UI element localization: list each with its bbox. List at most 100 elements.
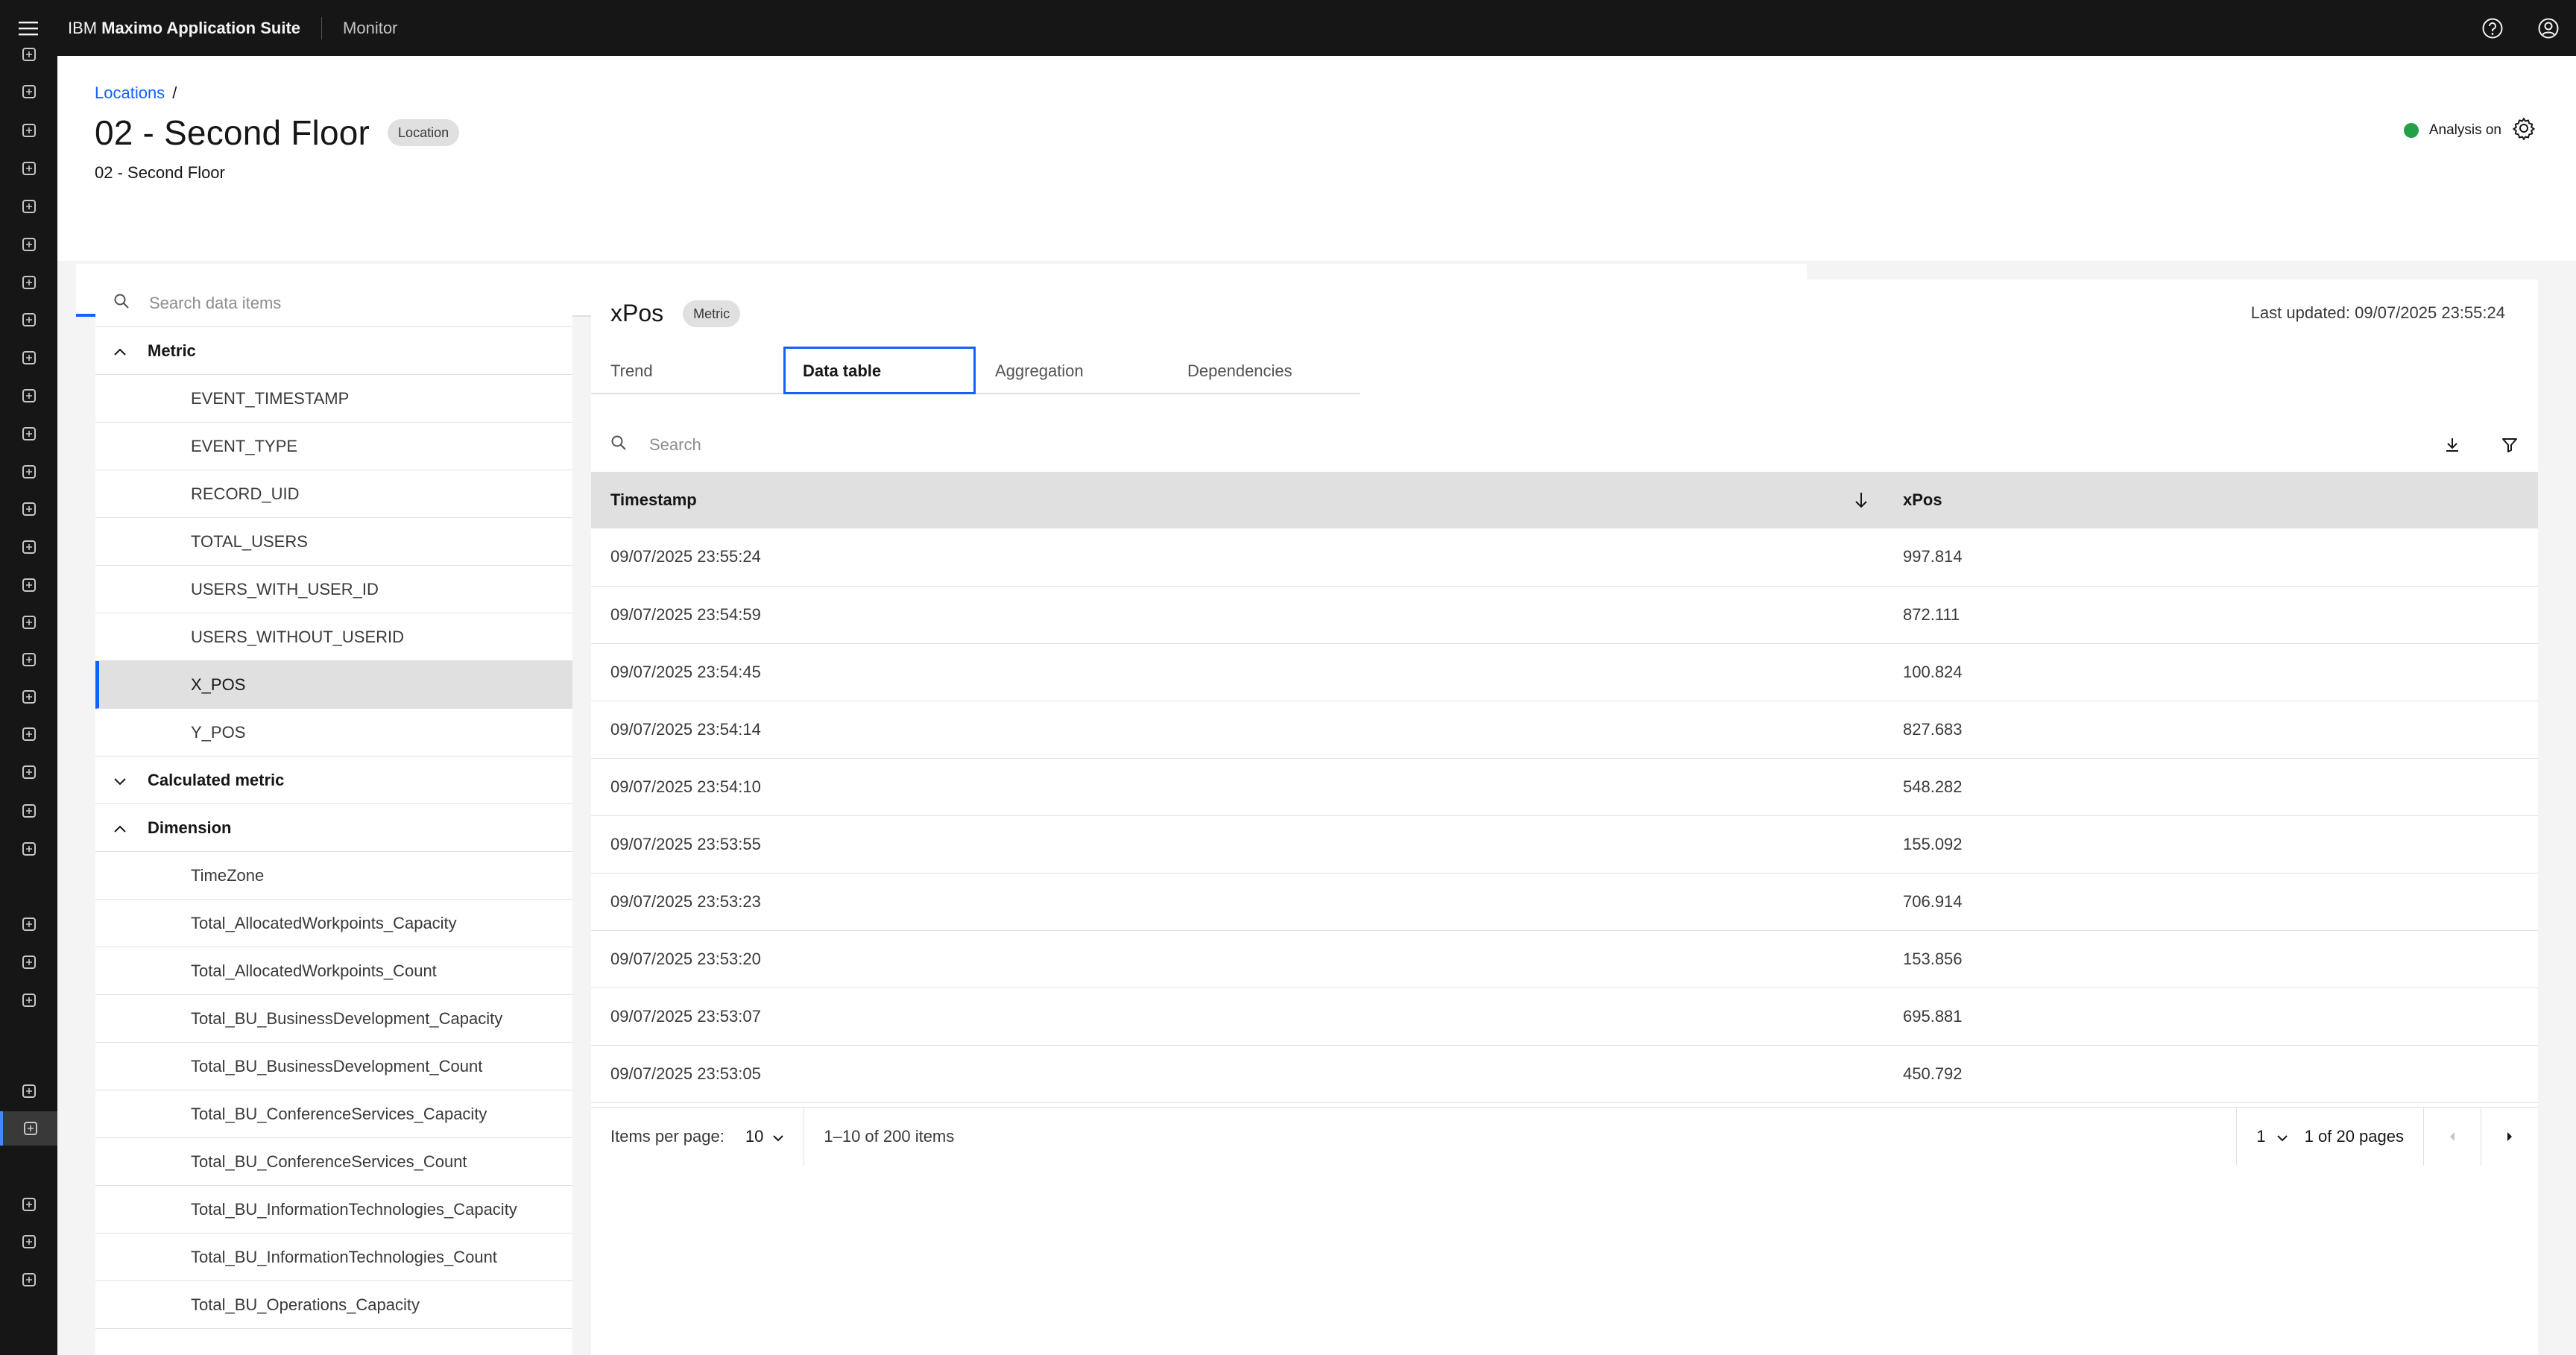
- table-row[interactable]: 09/07/2025 23:55:24 997.814: [591, 528, 2538, 587]
- filter-icon[interactable]: [2481, 421, 2538, 469]
- data-item-total_bu_conferenceservices_capacity[interactable]: Total_BU_ConferenceServices_Capacity: [95, 1090, 572, 1138]
- data-item-total_bu_informationtechnologies_capacity[interactable]: Total_BU_InformationTechnologies_Capacit…: [95, 1186, 572, 1234]
- clipboard-list-icon[interactable]: [0, 832, 57, 866]
- settings-gear-icon[interactable]: [2512, 116, 2536, 145]
- line-chart-icon[interactable]: [0, 265, 57, 300]
- search-icon: [610, 435, 627, 455]
- shield-icon[interactable]: [0, 492, 57, 526]
- data-item-total_bu_businessdevelopment_capacity[interactable]: Total_BU_BusinessDevelopment_Capacity: [95, 995, 572, 1043]
- table-search-input[interactable]: Search: [649, 435, 701, 455]
- data-item-detail: xPos Metric Last updated: 09/07/2025 23:…: [591, 279, 2538, 1355]
- cluster-icon[interactable]: [0, 417, 57, 451]
- data-item-record_uid[interactable]: RECORD_UID: [95, 470, 572, 518]
- table-row[interactable]: 09/07/2025 23:53:05 450.792: [591, 1045, 2538, 1103]
- data-item-total_bu_businessdevelopment_count[interactable]: Total_BU_BusinessDevelopment_Count: [95, 1043, 572, 1090]
- cell-timestamp: 09/07/2025 23:53:20: [591, 930, 1884, 988]
- gauge-icon[interactable]: [0, 945, 57, 979]
- page-header: Locations / 02 - Second Floor Location 0…: [57, 56, 2576, 261]
- task-icon[interactable]: [0, 907, 57, 941]
- type-tag: Location: [388, 119, 460, 146]
- lock-icon[interactable]: [0, 605, 57, 639]
- sliders-icon[interactable]: [0, 755, 57, 789]
- data-item-users_without_userid[interactable]: USERS_WITHOUT_USERID: [95, 613, 572, 661]
- table-toolbar: Search: [591, 421, 2538, 469]
- product-name[interactable]: IBM Maximo Application Suite: [56, 16, 323, 40]
- checklist-icon[interactable]: [0, 794, 57, 828]
- connect-icon[interactable]: [0, 717, 57, 751]
- group-label: Metric: [148, 341, 196, 360]
- table-row[interactable]: 09/07/2025 23:54:45 100.824: [591, 643, 2538, 701]
- subtab-aggregation[interactable]: Aggregation: [976, 347, 1168, 394]
- briefcase-icon[interactable]: [0, 379, 57, 413]
- handshake-icon[interactable]: [0, 680, 57, 714]
- cell-xpos: 997.814: [1884, 528, 2538, 587]
- cell-xpos: 827.683: [1884, 701, 2538, 759]
- search-input[interactable]: Search data items: [149, 294, 281, 313]
- table-row[interactable]: 09/07/2025 23:53:23 706.914: [591, 873, 2538, 931]
- cell-timestamp: 09/07/2025 23:54:10: [591, 758, 1884, 816]
- data-item-total_bu_operations_capacity[interactable]: Total_BU_Operations_Capacity: [95, 1281, 572, 1329]
- subtab-trend[interactable]: Trend: [591, 347, 783, 394]
- subtab-dependencies[interactable]: Dependencies: [1168, 347, 1360, 394]
- table-row[interactable]: 09/07/2025 23:53:07 695.881: [591, 988, 2538, 1046]
- table-row[interactable]: 09/07/2025 23:54:10 548.282: [591, 758, 2538, 816]
- page-select[interactable]: 1: [2256, 1127, 2288, 1146]
- data-item-timezone[interactable]: TimeZone: [95, 852, 572, 900]
- next-page-button[interactable]: [2481, 1107, 2538, 1166]
- table-row[interactable]: 09/07/2025 23:54:59 872.111: [591, 586, 2538, 644]
- table-row[interactable]: 09/07/2025 23:54:14 827.683: [591, 701, 2538, 759]
- cell-xpos: 695.881: [1884, 988, 2538, 1046]
- data-item-total_allocatedworkpoints_capacity[interactable]: Total_AllocatedWorkpoints_Capacity: [95, 900, 572, 947]
- chat-icon[interactable]: [0, 303, 57, 337]
- data-table: Timestamp xPos 09/07/2025 23:55:24 997.81…: [591, 472, 2538, 1103]
- settings-icon[interactable]: [0, 1263, 57, 1297]
- group-dimension[interactable]: Dimension: [95, 804, 572, 852]
- data-item-total_bu_informationtechnologies_count[interactable]: Total_BU_InformationTechnologies_Count: [95, 1234, 572, 1281]
- data-item-total_bu_conferenceservices_count[interactable]: Total_BU_ConferenceServices_Count: [95, 1138, 572, 1186]
- cell-xpos: 872.111: [1884, 586, 2538, 644]
- asset-icon[interactable]: [0, 341, 57, 375]
- data-item-total_users[interactable]: TOTAL_USERS: [95, 518, 572, 566]
- subtab-data-table[interactable]: Data table: [783, 347, 976, 394]
- sort-descending-icon[interactable]: [1854, 491, 1869, 514]
- hierarchy-icon[interactable]: [0, 983, 57, 1017]
- table-icon[interactable]: [0, 1074, 57, 1108]
- status-dot-icon: [2403, 123, 2419, 138]
- group-metric[interactable]: Metric: [95, 327, 572, 375]
- document-search-icon[interactable]: [0, 189, 57, 224]
- dashboard-icon[interactable]: [0, 455, 57, 489]
- previous-page-button[interactable]: [2423, 1107, 2481, 1166]
- data-item-x_pos[interactable]: X_POS: [95, 661, 572, 709]
- clipboard-icon[interactable]: [0, 568, 57, 602]
- column-header-timestamp[interactable]: Timestamp: [591, 472, 1884, 528]
- data-item-y_pos[interactable]: Y_POS: [95, 709, 572, 757]
- breadcrumb-link-locations[interactable]: Locations: [95, 83, 165, 103]
- user-activity-icon[interactable]: [0, 37, 57, 72]
- data-item-event_type[interactable]: EVENT_TYPE: [95, 423, 572, 470]
- download-icon[interactable]: [2423, 421, 2481, 469]
- user-avatar-icon[interactable]: [2520, 0, 2576, 56]
- network-icon[interactable]: [0, 151, 57, 186]
- cart-icon[interactable]: [0, 642, 57, 677]
- report-icon[interactable]: [0, 227, 57, 262]
- table-row[interactable]: 09/07/2025 23:53:20 153.856: [591, 930, 2538, 988]
- data-item-users_with_user_id[interactable]: USERS_WITH_USER_ID: [95, 566, 572, 613]
- monitor-setup-icon[interactable]: [0, 1111, 57, 1146]
- list-doc-icon[interactable]: [0, 530, 57, 564]
- help-icon[interactable]: [2464, 0, 2520, 56]
- last-updated: Last updated: 09/07/2025 23:55:24: [2250, 303, 2505, 322]
- cell-timestamp: 09/07/2025 23:53:55: [591, 815, 1884, 874]
- pagination: Items per page: 10 1–10 of 200 items 1 1…: [591, 1107, 2538, 1166]
- group-calculated-metric[interactable]: Calculated metric: [95, 757, 572, 804]
- table-row[interactable]: 09/07/2025 23:53:55 155.092: [591, 815, 2538, 874]
- data-item-event_timestamp[interactable]: EVENT_TIMESTAMP: [95, 375, 572, 423]
- search-doc-icon[interactable]: [0, 1225, 57, 1259]
- data-item-total_allocatedworkpoints_count[interactable]: Total_AllocatedWorkpoints_Count: [95, 947, 572, 995]
- data-items-search[interactable]: Search data items: [95, 279, 572, 327]
- bar-chart-icon[interactable]: [0, 75, 57, 109]
- template-icon[interactable]: [0, 1187, 57, 1222]
- data-items-panel: Search data items Metric EVENT_TIMESTAMP…: [95, 279, 572, 1355]
- column-header-xpos[interactable]: xPos: [1884, 472, 2538, 528]
- rocket-icon[interactable]: [0, 113, 57, 148]
- items-per-page-select[interactable]: 10: [745, 1127, 784, 1146]
